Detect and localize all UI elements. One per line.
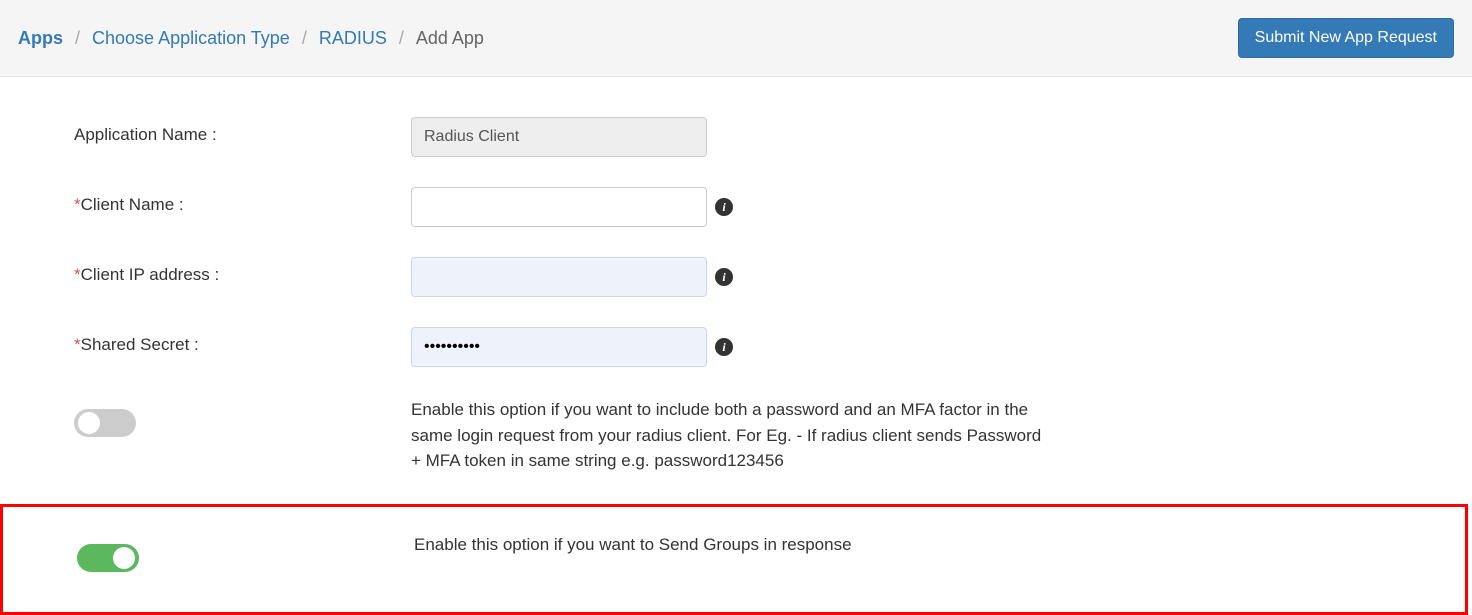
mfa-toggle-description: Enable this option if you want to includ…: [411, 397, 1051, 474]
breadcrumb-radius[interactable]: RADIUS: [319, 28, 387, 49]
client-name-input[interactable]: [411, 187, 707, 227]
page-header: Apps / Choose Application Type / RADIUS …: [0, 0, 1472, 77]
client-name-label: Client Name :: [81, 195, 184, 214]
send-groups-description: Enable this option if you want to Send G…: [414, 532, 852, 558]
submit-new-app-request-button[interactable]: Submit New App Request: [1238, 18, 1454, 58]
application-name-input: [411, 117, 707, 157]
breadcrumb-choose-type[interactable]: Choose Application Type: [92, 28, 290, 49]
application-name-label: Application Name :: [74, 117, 411, 145]
row-mfa-toggle: Enable this option if you want to includ…: [74, 397, 1472, 474]
shared-secret-label: Shared Secret :: [81, 335, 199, 354]
row-client-name: *Client Name : i: [74, 187, 1472, 227]
breadcrumb: Apps / Choose Application Type / RADIUS …: [18, 28, 484, 49]
required-asterisk: *: [74, 335, 81, 354]
mfa-password-toggle[interactable]: [74, 409, 136, 437]
row-shared-secret: *Shared Secret : i: [74, 327, 1472, 367]
row-send-groups-highlighted: Enable this option if you want to Send G…: [0, 504, 1468, 615]
toggle-knob: [113, 547, 135, 569]
row-application-name: Application Name :: [74, 117, 1472, 157]
breadcrumb-current: Add App: [416, 28, 484, 49]
required-asterisk: *: [74, 265, 81, 284]
shared-secret-input[interactable]: [411, 327, 707, 367]
info-icon[interactable]: i: [715, 338, 733, 356]
toggle-knob: [78, 412, 100, 434]
breadcrumb-apps[interactable]: Apps: [18, 28, 63, 49]
client-ip-input[interactable]: [411, 257, 707, 297]
breadcrumb-sep: /: [302, 28, 307, 49]
breadcrumb-sep: /: [399, 28, 404, 49]
client-ip-label: Client IP address :: [81, 265, 220, 284]
send-groups-toggle[interactable]: [77, 544, 139, 572]
required-asterisk: *: [74, 195, 81, 214]
breadcrumb-sep: /: [75, 28, 80, 49]
form-area: Application Name : *Client Name : i *Cli…: [0, 77, 1472, 615]
info-icon[interactable]: i: [715, 198, 733, 216]
info-icon[interactable]: i: [715, 268, 733, 286]
row-client-ip: *Client IP address : i: [74, 257, 1472, 297]
